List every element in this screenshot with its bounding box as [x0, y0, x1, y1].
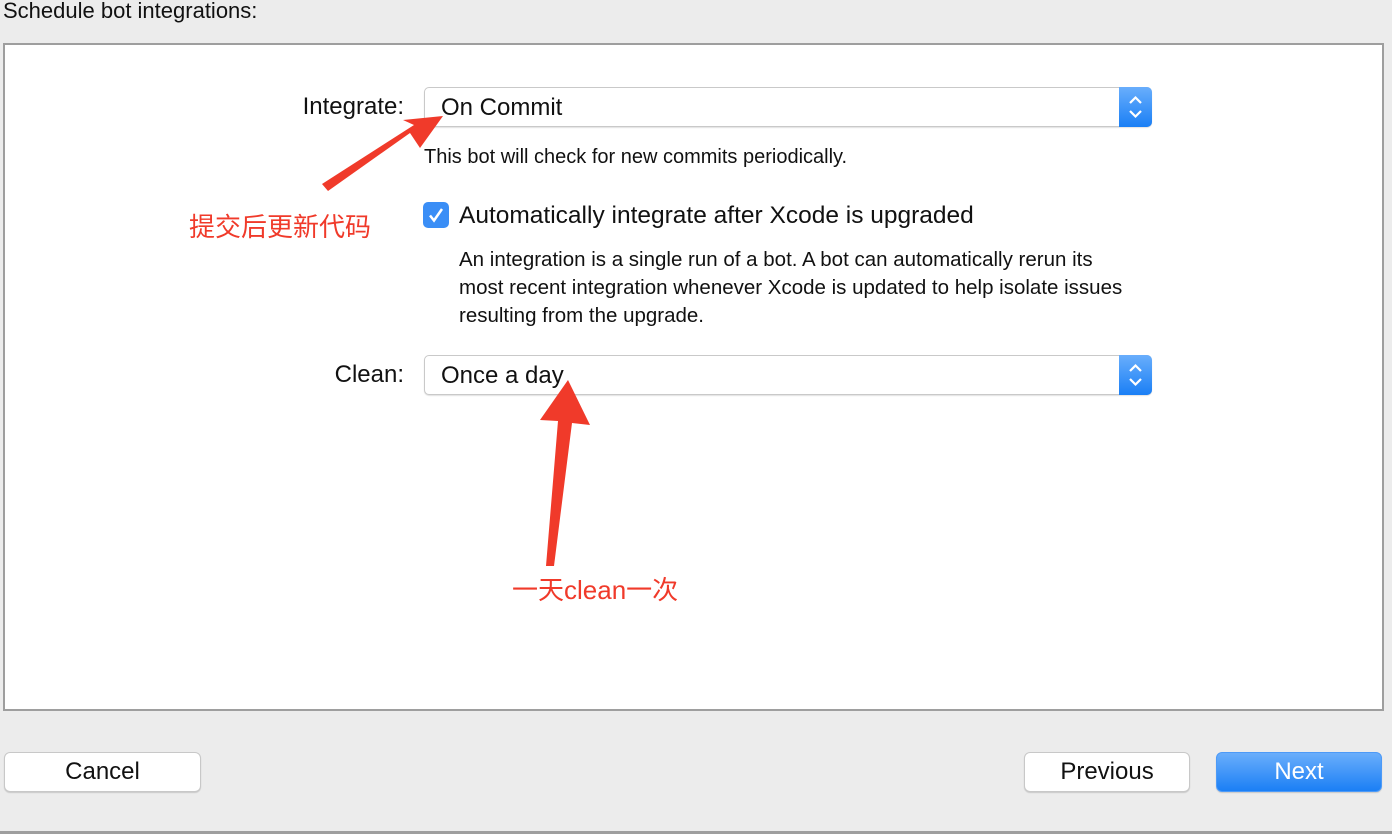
arrow-to-clean-icon: [540, 380, 590, 566]
annotation-arrows: [322, 116, 590, 566]
cancel-button[interactable]: Cancel: [4, 752, 201, 792]
previous-button[interactable]: Previous: [1024, 752, 1190, 792]
arrow-to-integrate-icon: [322, 116, 443, 191]
next-button[interactable]: Next: [1216, 752, 1382, 792]
integrate-annotation: 提交后更新代码: [189, 212, 372, 242]
clean-annotation: 一天clean一次: [512, 575, 679, 605]
